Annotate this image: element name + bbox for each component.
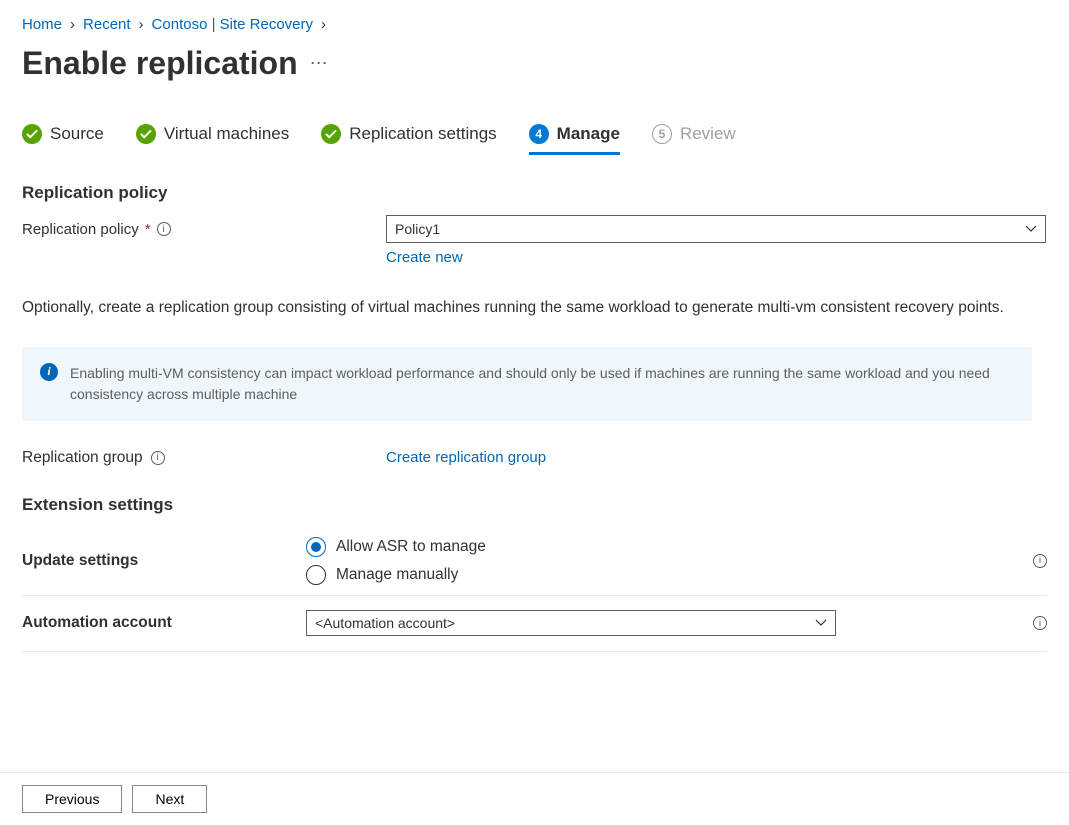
more-actions-button[interactable]: ⋯ <box>310 53 329 74</box>
page-title: Enable replication <box>22 45 298 82</box>
previous-button[interactable]: Previous <box>22 785 122 813</box>
radio-icon <box>306 537 326 557</box>
chevron-right-icon: › <box>139 16 144 33</box>
radio-label: Manage manually <box>336 566 458 584</box>
label-replication-policy: Replication policy * i <box>22 221 366 238</box>
radio-icon <box>306 565 326 585</box>
step-label: Source <box>50 124 104 144</box>
label-automation-account: Automation account <box>22 614 306 632</box>
step-replication-settings[interactable]: Replication settings <box>321 124 496 155</box>
step-label: Manage <box>557 124 620 144</box>
replication-policy-dropdown[interactable]: Policy1 <box>386 215 1046 243</box>
info-banner: i Enabling multi-VM consistency can impa… <box>22 347 1032 421</box>
check-circle-icon <box>136 124 156 144</box>
radio-manage-manually[interactable]: Manage manually <box>306 565 1017 585</box>
create-replication-group-link[interactable]: Create replication group <box>386 449 546 466</box>
chevron-right-icon: › <box>70 16 75 33</box>
wizard-tabs: Source Virtual machines Replication sett… <box>22 124 1047 155</box>
info-icon[interactable]: i <box>1033 554 1047 568</box>
check-circle-icon <box>321 124 341 144</box>
info-icon[interactable]: i <box>157 222 171 236</box>
radio-label: Allow ASR to manage <box>336 538 486 556</box>
replication-group-description: Optionally, create a replication group c… <box>22 296 1032 321</box>
step-label: Virtual machines <box>164 124 289 144</box>
dropdown-value: <Automation account> <box>315 615 455 631</box>
radio-allow-asr[interactable]: Allow ASR to manage <box>306 537 1017 557</box>
chevron-down-icon <box>1025 223 1037 235</box>
step-source[interactable]: Source <box>22 124 104 155</box>
step-label: Replication settings <box>349 124 496 144</box>
label-replication-group: Replication group i <box>22 449 366 467</box>
breadcrumb-recent[interactable]: Recent <box>83 16 131 33</box>
step-label: Review <box>680 124 736 144</box>
step-number-icon: 4 <box>529 124 549 144</box>
next-button[interactable]: Next <box>132 785 207 813</box>
section-extension-settings: Extension settings <box>22 495 1047 515</box>
section-replication-policy: Replication policy <box>22 183 1047 203</box>
step-number-icon: 5 <box>652 124 672 144</box>
dropdown-value: Policy1 <box>395 221 440 237</box>
automation-account-dropdown[interactable]: <Automation account> <box>306 610 836 636</box>
step-virtual-machines[interactable]: Virtual machines <box>136 124 289 155</box>
create-new-policy-link[interactable]: Create new <box>386 249 1047 266</box>
step-manage[interactable]: 4 Manage <box>529 124 620 155</box>
info-icon[interactable]: i <box>151 451 165 465</box>
info-icon: i <box>40 363 58 381</box>
breadcrumb-home[interactable]: Home <box>22 16 62 33</box>
label-update-settings: Update settings <box>22 552 306 570</box>
chevron-down-icon <box>815 617 827 629</box>
info-icon[interactable]: i <box>1033 616 1047 630</box>
info-banner-text: Enabling multi-VM consistency can impact… <box>70 363 1014 405</box>
required-icon: * <box>145 221 151 238</box>
check-circle-icon <box>22 124 42 144</box>
chevron-right-icon: › <box>321 16 326 33</box>
breadcrumb-resource[interactable]: Contoso | Site Recovery <box>152 16 313 33</box>
footer-bar: Previous Next <box>0 772 1069 825</box>
step-review: 5 Review <box>652 124 736 155</box>
breadcrumb: Home › Recent › Contoso | Site Recovery … <box>22 16 1047 33</box>
